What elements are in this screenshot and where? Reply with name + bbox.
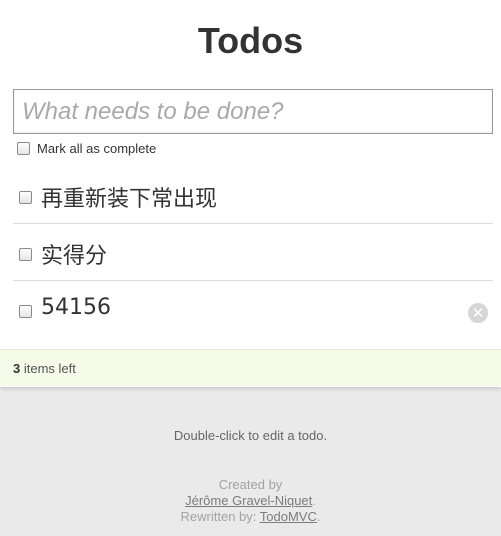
todo-text[interactable]: 实得分 xyxy=(41,238,107,270)
edit-instructions: Double-click to edit a todo. xyxy=(173,428,328,443)
todo-list: 再重新装下常出现 实得分 54156 ✕ xyxy=(13,167,493,338)
todo-checkbox[interactable] xyxy=(19,305,32,318)
todo-item[interactable]: 实得分 xyxy=(13,224,493,281)
todo-app: Todos Mark all as complete 再重新装下常出现 实得分 … xyxy=(0,0,501,387)
toggle-all-row[interactable]: Mark all as complete xyxy=(17,140,156,156)
author-period: . xyxy=(312,493,316,508)
todo-item[interactable]: 再重新装下常出现 xyxy=(13,167,493,224)
page-title: Todos xyxy=(197,20,304,61)
new-todo-input[interactable] xyxy=(13,89,493,134)
rewritten-line: Rewritten by: TodoMVC. xyxy=(0,509,501,525)
todo-text[interactable]: 54156 xyxy=(41,295,111,320)
todo-count-suffix: items left xyxy=(20,361,76,376)
created-by-label: Created by xyxy=(218,477,283,492)
todo-count: 3 items left xyxy=(13,361,76,376)
todo-item[interactable]: 54156 ✕ xyxy=(13,281,493,338)
todo-text[interactable]: 再重新装下常出现 xyxy=(41,181,217,213)
close-icon[interactable]: ✕ xyxy=(468,303,488,323)
author-link[interactable]: Jérôme Gravel-Niquet xyxy=(185,493,312,508)
todo-checkbox[interactable] xyxy=(19,248,32,261)
toggle-all-checkbox[interactable] xyxy=(17,141,30,155)
author-line: Jérôme Gravel-Niquet. xyxy=(0,493,501,509)
credits: Created by Jérôme Gravel-Niquet. Rewritt… xyxy=(0,477,501,525)
todomvc-link[interactable]: TodoMVC xyxy=(260,509,317,524)
toggle-all-label: Mark all as complete xyxy=(37,140,157,156)
todo-footer: 3 items left xyxy=(0,349,501,386)
rewriter-period: . xyxy=(316,509,321,524)
todo-checkbox[interactable] xyxy=(19,191,32,204)
rewritten-by-label: Rewritten by: xyxy=(180,509,260,524)
